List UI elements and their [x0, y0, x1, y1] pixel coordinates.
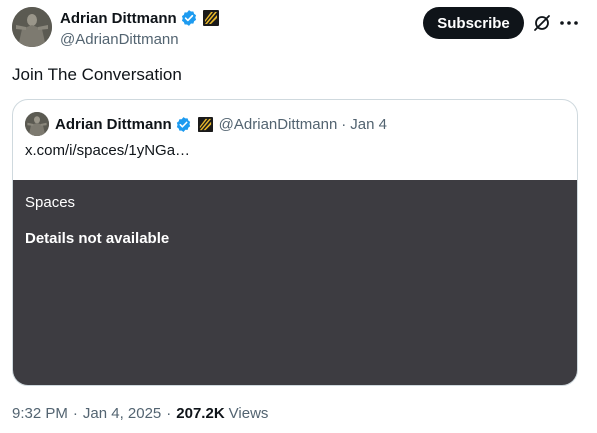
meta-separator: · — [72, 405, 78, 422]
quote-author-avatar — [25, 112, 49, 136]
subscribe-button[interactable]: Subscribe — [423, 7, 524, 39]
spaces-card[interactable]: Spaces Details not available — [13, 180, 577, 385]
author-handle[interactable]: @AdrianDittmann — [60, 31, 219, 48]
author-name-row: Adrian Dittmann — [60, 8, 219, 28]
author-names: Adrian Dittmann @AdrianDittmann — [60, 8, 219, 48]
grok-icon[interactable] — [532, 13, 552, 33]
tweet-time[interactable]: 9:32 PM — [12, 405, 68, 422]
quote-date[interactable]: Jan 4 — [350, 116, 387, 133]
author-display-name[interactable]: Adrian Dittmann — [60, 10, 177, 27]
views-label: Views — [228, 405, 269, 422]
tweet-date[interactable]: Jan 4, 2025 — [83, 405, 161, 422]
tweet-header: Adrian Dittmann @AdrianDittmann Subscrib… — [12, 5, 587, 48]
verified-badge-icon[interactable] — [180, 9, 198, 27]
tweet-text: Join The Conversation — [12, 65, 182, 84]
views-count: 207.2K — [176, 405, 225, 422]
quote-header: Adrian Dittmann @AdrianDittmann · Jan 4 — [25, 112, 387, 136]
tweet-meta: 9:32 PM · Jan 4, 2025 · 207.2K Views — [12, 405, 268, 422]
more-icon[interactable] — [559, 13, 579, 33]
affiliation-badge-icon — [197, 116, 213, 132]
meta-separator: · — [166, 405, 172, 422]
quote-separator: · — [341, 115, 347, 133]
quote-link[interactable]: x.com/i/spaces/1yNGa… — [25, 142, 190, 159]
quote-author-handle: @AdrianDittmann — [218, 115, 338, 133]
affiliation-badge-icon[interactable] — [202, 10, 219, 26]
author-avatar[interactable] — [12, 7, 52, 47]
verified-badge-icon — [175, 116, 192, 133]
quote-tweet-card[interactable]: Adrian Dittmann @AdrianDittmann · Jan 4 … — [12, 99, 578, 386]
spaces-label: Spaces — [25, 194, 76, 211]
quote-author-display-name: Adrian Dittmann — [55, 115, 172, 133]
spaces-details: Details not available — [25, 230, 170, 247]
